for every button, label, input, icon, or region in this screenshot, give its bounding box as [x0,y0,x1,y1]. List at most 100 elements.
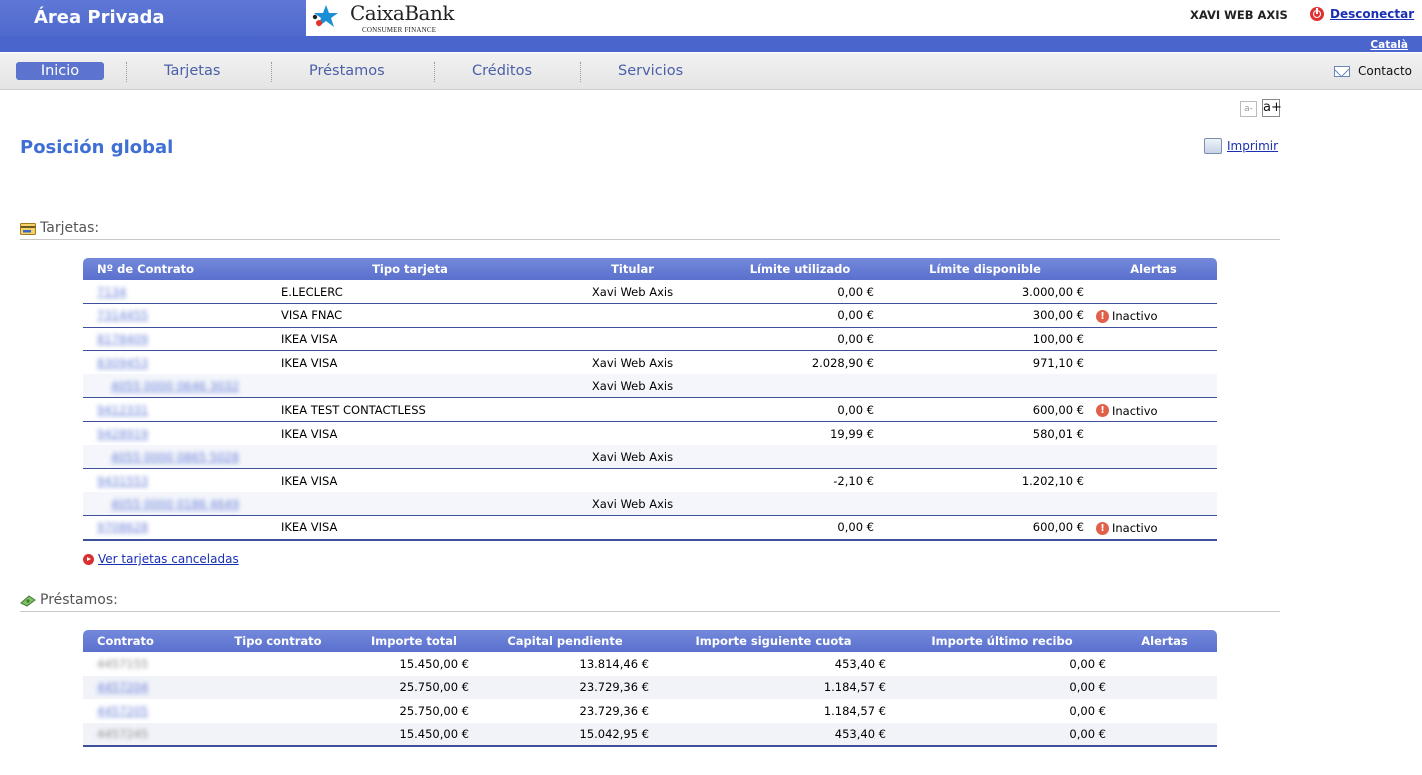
card-number-link[interactable]: 4055 0000 0646 3032 [111,379,239,393]
contract-link[interactable]: 8309453 [97,356,148,370]
print-link[interactable]: Imprimir [1227,139,1278,153]
card-holder: Xavi Web Axis [545,445,720,470]
nav-item-servicios[interactable]: Servicios [618,63,683,79]
col-header-card-type[interactable]: Tipo tarjeta [275,258,545,280]
disconnect-control[interactable]: Desconectar [1310,7,1414,21]
header-bar-left [0,36,306,52]
alert-label: Inactivo [1112,403,1158,418]
col-header-next-installment[interactable]: Importe siguiente cuota [655,630,892,652]
loans-table: Contrato Tipo contrato Importe total Cap… [83,630,1217,748]
col-header-used-limit[interactable]: Límite utilizado [720,258,880,280]
nav-item-creditos[interactable]: Créditos [472,63,532,79]
card-holder: Xavi Web Axis [591,355,674,370]
card-sub-row: 4055 0000 0646 3032 Xavi Web Axis [83,374,1217,399]
loan-last-receipt: 0,00 € [892,722,1112,748]
user-name: XAVI WEB AXIS [1190,8,1288,22]
available-limit: 600,00 € [880,515,1090,541]
nav-item-inicio[interactable]: Inicio [16,62,104,80]
alert-icon: ! [1096,521,1109,535]
contract-link[interactable]: 9708628 [97,520,148,534]
col-header-alerts[interactable]: Alertas [1090,258,1217,280]
loan-type [203,675,353,700]
col-header-last-receipt[interactable]: Importe último recibo [892,630,1112,652]
col-header-available-limit[interactable]: Límite disponible [880,258,1090,280]
disconnect-link[interactable]: Desconectar [1330,7,1414,21]
loan-contract-link[interactable]: 4457204 [97,680,148,694]
loan-last-receipt: 0,00 € [1069,703,1106,718]
power-icon[interactable] [1310,7,1324,21]
col-header-contract-type[interactable]: Tipo contrato [203,630,353,652]
loan-total: 25.750,00 € [399,703,470,718]
print-control[interactable]: Imprimir [1204,138,1278,154]
table-row: 9412331 IKEA TEST CONTACTLESS 0,00 € 600… [83,397,1217,423]
card-type: VISA FNAC [275,303,545,328]
col-header-contract[interactable]: Nº de Contrato [83,258,275,280]
card-type: IKEA VISA [275,515,545,541]
table-row: 8309453 IKEA VISA Xavi Web Axis 2.028,90… [83,351,1217,375]
loan-pending: 23.729,36 € [579,703,650,718]
font-decrease-button[interactable]: a- [1240,101,1257,117]
language-link[interactable]: Català [1370,39,1408,51]
table-row: 7134 E.LECLERC Xavi Web Axis 0,00 € 3.00… [83,280,1217,305]
available-limit: 971,10 € [1032,355,1084,370]
alert-cell [1090,422,1217,446]
font-increase-button[interactable]: a+ [1262,99,1282,117]
table-row: 8178409 IKEA VISA 0,00 € 100,00 € [83,327,1217,352]
loan-contract-link[interactable]: 4457205 [97,704,148,718]
cards-section-title: Tarjetas: [40,220,100,236]
alert-cell [1090,327,1217,352]
contract-link[interactable]: 7314455 [97,308,148,322]
card-number-link[interactable]: 4055 0000 0865 5028 [111,450,239,464]
loan-total: 15.450,00 € [399,656,470,671]
contact-link[interactable]: Contacto [1333,64,1412,78]
table-row: 4457155 15.450,00 € 13.814,46 € 453,40 €… [83,652,1217,676]
col-header-pending[interactable]: Capital pendiente [475,630,655,652]
nav-item-prestamos[interactable]: Préstamos [309,63,385,79]
alert-cell: ! Inactivo [1090,515,1217,541]
table-row: 9428919 IKEA VISA 19,99 € 580,01 € [83,422,1217,446]
loans-table-header: Contrato Tipo contrato Importe total Cap… [83,630,1217,652]
table-row: 4457204 25.750,00 € 23.729,36 € 1.184,57… [83,675,1217,700]
contact-label[interactable]: Contacto [1358,64,1412,78]
page-title: Posición global [20,137,174,158]
contract-link[interactable]: 9431553 [97,474,148,488]
alert-icon: ! [1096,309,1109,323]
loan-contract: 4457245 [97,727,149,742]
cancelled-cards-control[interactable]: Ver tarjetas canceladas [83,552,239,566]
loan-next-installment: 453,40 € [834,656,886,671]
cancelled-cards-link[interactable]: Ver tarjetas canceladas [98,552,239,566]
arrow-right-icon[interactable] [83,553,94,565]
used-limit: -2,10 € [833,473,874,488]
card-sub-row: 4055 0000 0186 4649 Xavi Web Axis [83,492,1217,517]
card-holder: Xavi Web Axis [545,374,720,399]
nav-item-tarjetas[interactable]: Tarjetas [164,63,220,79]
app-title: Área Privada [34,7,165,28]
table-row: 4457245 15.450,00 € 15.042,95 € 453,40 €… [83,722,1217,748]
col-header-alerts[interactable]: Alertas [1112,630,1217,652]
col-header-total[interactable]: Importe total [353,630,475,652]
table-row: 4457205 25.750,00 € 23.729,36 € 1.184,57… [83,699,1217,723]
card-number-link[interactable]: 4055 0000 0186 4649 [111,497,239,511]
nav-separator [271,62,272,82]
col-header-contract[interactable]: Contrato [83,630,203,652]
contract-link[interactable]: 7134 [97,285,126,299]
printer-icon[interactable] [1204,138,1222,154]
used-limit: 0,00 € [720,280,880,305]
alert-cell [1090,280,1217,305]
header-bar [306,36,1422,52]
contract-link[interactable]: 9428919 [97,427,148,441]
contract-link[interactable]: 9412331 [97,403,148,417]
card-type: IKEA TEST CONTACTLESS [275,397,545,423]
cards-table-header: Nº de Contrato Tipo tarjeta Titular Lími… [83,258,1217,280]
table-row: 7314455 VISA FNAC 0,00 € 300,00 € ! Inact… [83,303,1217,328]
col-header-holder[interactable]: Titular [545,258,720,280]
alert-label: Inactivo [1112,521,1158,536]
table-row: 9708628 IKEA VISA 0,00 € 600,00 € ! Inact… [83,515,1217,541]
envelope-icon[interactable] [1333,65,1350,77]
available-limit: 600,00 € [880,397,1090,423]
card-type: IKEA VISA [281,426,338,441]
cards-section-header: Tarjetas: [20,220,1280,240]
loan-type [203,722,353,748]
contract-link[interactable]: 8178409 [97,332,148,346]
loan-pending: 13.814,46 € [579,656,650,671]
